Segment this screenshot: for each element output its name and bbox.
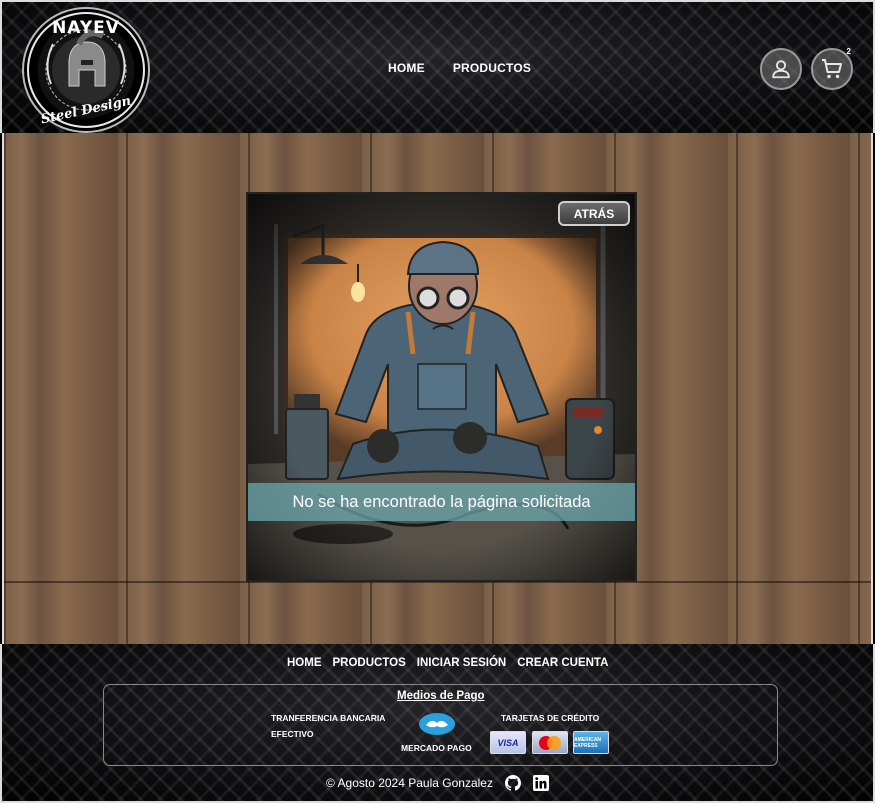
github-icon[interactable] [504,775,521,791]
mastercard-circles-icon [539,735,561,750]
cart-icon [822,59,842,79]
mastercard-icon [532,731,568,754]
footer-link-iniciar-sesion[interactable]: INICIAR SESIÓN [417,657,506,669]
amex-icon: AMERICAN EXPRESS [573,731,609,754]
main-nav: HOME PRODUCTOS [388,61,531,75]
cart-button[interactable]: 2 [811,47,853,90]
footer-nav: HOME PRODUCTOS INICIAR SESIÓN CREAR CUEN… [287,657,608,669]
payment-mercadopago: MERCADO PAGO [401,743,472,753]
nav-productos[interactable]: PRODUCTOS [453,61,531,75]
site-header: NAYEV Steel Design HOME PRODUCTOS 2 [0,0,875,133]
github-mark [504,775,521,791]
visa-icon: VISA [490,731,526,754]
footer-link-home[interactable]: HOME [287,657,322,669]
sad-worker-illustration [248,194,635,580]
payment-cash: EFECTIVO [271,729,314,739]
nav-home[interactable]: HOME [388,61,425,75]
site-footer: HOME PRODUCTOS INICIAR SESIÓN CREAR CUEN… [0,644,875,803]
linkedin-mark [532,775,549,791]
footer-link-crear-cuenta[interactable]: CREAR CUENTA [517,657,608,669]
logo-title: NAYEV [52,18,120,38]
cart-count-badge: 2 [846,47,851,56]
back-button[interactable]: ATRÁS [558,201,630,226]
payment-cards: TARJETAS DE CRÉDITO [501,713,600,723]
not-found-message: No se ha encontrado la página solicitada [248,483,635,521]
not-found-card: ATRÁS No se ha encontrado la página soli… [246,192,637,582]
user-button[interactable] [760,48,802,90]
copyright: © Agosto 2024 Paula Gonzalez [326,775,549,791]
copyright-text: © Agosto 2024 Paula Gonzalez [326,776,493,790]
main-content: ATRÁS No se ha encontrado la página soli… [2,133,873,644]
brand-logo[interactable]: NAYEV Steel Design [27,12,145,128]
linkedin-icon[interactable] [532,775,549,791]
payment-title: Medios de Pago [397,690,485,702]
user-icon [772,60,790,79]
payment-methods: Medios de Pago TRANFERENCIA BANCARIA EFE… [103,684,778,766]
footer-link-productos[interactable]: PRODUCTOS [333,657,406,669]
mercadopago-icon [419,713,455,735]
payment-transfer: TRANFERENCIA BANCARIA [271,713,386,723]
